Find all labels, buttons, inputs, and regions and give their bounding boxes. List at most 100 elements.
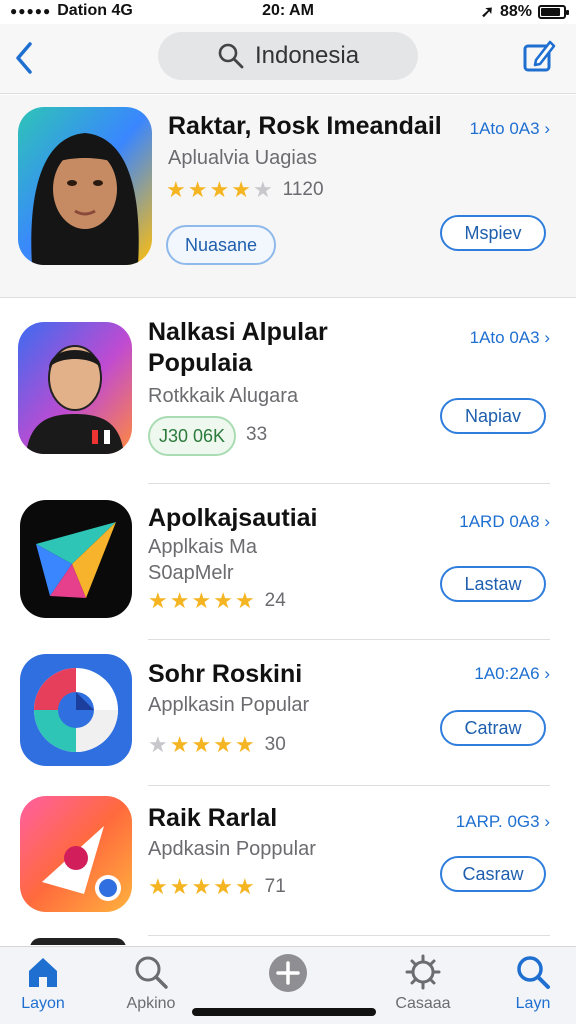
- star-icon: ★: [234, 874, 255, 899]
- list-item[interactable]: Apolkajsautiai Applkais Ma S0apMelr ★ ★ ★ ★…: [0, 484, 576, 640]
- tag-button[interactable]: Nuasane: [166, 225, 276, 265]
- home-icon: [29, 958, 57, 987]
- star-icon: ★: [209, 177, 230, 202]
- star-icon: ★: [148, 732, 168, 757]
- meta-text: 1ARP. 0G3: [455, 812, 540, 831]
- meta-link[interactable]: 1A0:2A6 ›: [474, 664, 550, 684]
- tab-label: Layn: [515, 995, 551, 1012]
- action-button[interactable]: Mspiev: [440, 215, 546, 251]
- star-icon: ★: [231, 177, 251, 202]
- app-name: Sohr Roskini: [148, 660, 303, 688]
- tab-home[interactable]: Layon: [0, 953, 98, 1023]
- list-item-partial: [0, 936, 576, 945]
- star-icon: ★: [252, 177, 273, 202]
- app-name: Apolkajsautiai: [148, 504, 318, 532]
- rating: ★ ★ ★ ★ ★ 30: [148, 734, 286, 756]
- rating-count: 24: [264, 590, 286, 611]
- star-icon: ★: [169, 874, 190, 899]
- home-indicator[interactable]: [192, 1008, 376, 1016]
- app-subtitle: Aplualvia Uagias: [168, 147, 317, 169]
- star-icon: ★: [213, 732, 233, 757]
- app-icon-partial: [30, 938, 126, 945]
- status-bar: ●●●●● Dation 4G 20: AM ➚ 88%: [0, 0, 576, 24]
- meta-text: 1ARD 0A8: [459, 512, 540, 531]
- action-button[interactable]: Catraw: [440, 710, 546, 746]
- star-icon: ★: [191, 874, 212, 899]
- app-icon-avatar: [18, 322, 132, 454]
- app-name-line2: Populaia: [148, 349, 253, 377]
- star-icon: ★: [169, 732, 190, 757]
- rating: ★ ★ ★ ★ ★ 1120: [166, 179, 324, 201]
- list-item[interactable]: Nalkasi Alpular Populaia Rotkkaik Alugar…: [0, 298, 576, 484]
- app-name: Raik Rarlal: [148, 804, 278, 832]
- app-subtitle: Applkasin Popular: [148, 694, 310, 716]
- battery-percent: 88%: [499, 3, 532, 20]
- app-subtitle: Rotkkaik Alugara: [148, 385, 299, 407]
- tab-settings[interactable]: Casaaa: [368, 953, 478, 1023]
- app-name: Raktar, Rosk Imeandail: [168, 112, 442, 140]
- star-icon: ★: [148, 588, 168, 613]
- app-subtitle: Apdkasin Poppular: [148, 838, 316, 860]
- battery-icon: [538, 5, 569, 19]
- tab-label: Layon: [21, 995, 65, 1012]
- star-icon: ★: [191, 732, 212, 757]
- action-button[interactable]: Lastaw: [440, 566, 546, 602]
- list-item[interactable]: Sohr Roskini Applkasin Popular ★ ★ ★ ★ ★ 30 …: [0, 640, 576, 786]
- star-icon: ★: [234, 732, 255, 757]
- rating-count: 33: [246, 424, 268, 445]
- list-item[interactable]: Raktar, Rosk Imeandail Aplualvia Uagias …: [0, 95, 576, 298]
- app-list: Raktar, Rosk Imeandail Aplualvia Uagias …: [0, 95, 576, 945]
- search-icon: [218, 43, 244, 69]
- search-text: Indonesia: [254, 42, 360, 69]
- nav-bar: Indonesia: [0, 24, 576, 94]
- star-icon: ★: [213, 588, 233, 613]
- chevron-left-icon: [16, 42, 32, 74]
- app-icon-play: [20, 796, 132, 912]
- app-icon-portrait: [18, 107, 152, 265]
- meta-link[interactable]: 1Ato 0A3 ›: [470, 119, 550, 139]
- search-field[interactable]: Indonesia: [158, 32, 418, 80]
- tab-label: Apkino: [126, 995, 176, 1012]
- star-icon: ★: [148, 874, 168, 899]
- compose-icon: [523, 40, 556, 72]
- add-icon: [269, 954, 307, 992]
- tab-apps[interactable]: Apkino: [96, 953, 206, 1023]
- back-button[interactable]: [10, 38, 40, 78]
- status-right: ➚ 88%: [480, 2, 569, 22]
- star-icon: ★: [213, 874, 233, 899]
- gear-icon: [405, 954, 441, 990]
- meta-link[interactable]: 1ARP. 0G3 ›: [456, 812, 550, 832]
- meta-text: 1Ato 0A3: [469, 119, 540, 138]
- search-icon: [517, 956, 550, 989]
- star-icon: ★: [166, 177, 186, 202]
- meta-link[interactable]: 1ARD 0A8 ›: [459, 512, 550, 532]
- chevron-right-icon: ›: [544, 512, 550, 531]
- rating-count: 1120: [282, 179, 324, 200]
- star-icon: ★: [187, 177, 208, 202]
- tab-label: Casaaa: [395, 995, 451, 1012]
- action-button[interactable]: Napiav: [440, 398, 546, 434]
- rating-count: 30: [264, 734, 286, 755]
- app-name: Nalkasi Alpular: [148, 318, 328, 346]
- battery-fill: [541, 8, 560, 16]
- chevron-right-icon: ›: [544, 664, 550, 683]
- meta-link[interactable]: 1Ato 0A3 ›: [470, 328, 550, 348]
- app-subtitle-line2: S0apMelr: [148, 562, 234, 584]
- chevron-right-icon: ›: [544, 328, 550, 347]
- tag-button[interactable]: J30 06K: [148, 416, 236, 456]
- star-icon: ★: [234, 588, 255, 613]
- app-icon-paper-plane: [20, 500, 132, 618]
- rating-count: 71: [264, 876, 286, 897]
- action-button[interactable]: Casraw: [440, 856, 546, 892]
- location-icon: ➚: [480, 4, 494, 21]
- compose-button[interactable]: [522, 38, 556, 74]
- star-icon: ★: [169, 588, 190, 613]
- app-icon-swirl: [20, 654, 132, 766]
- star-icon: ★: [191, 588, 212, 613]
- meta-text: 1A0:2A6: [474, 664, 540, 683]
- tab-search[interactable]: Layn: [478, 953, 576, 1023]
- meta-text: 1Ato 0A3: [469, 328, 540, 347]
- list-item[interactable]: Raik Rarlal Apdkasin Poppular ★ ★ ★ ★ ★ 71 1…: [0, 786, 576, 936]
- app-subtitle: Applkais Ma: [148, 536, 257, 558]
- chevron-right-icon: ›: [544, 812, 550, 831]
